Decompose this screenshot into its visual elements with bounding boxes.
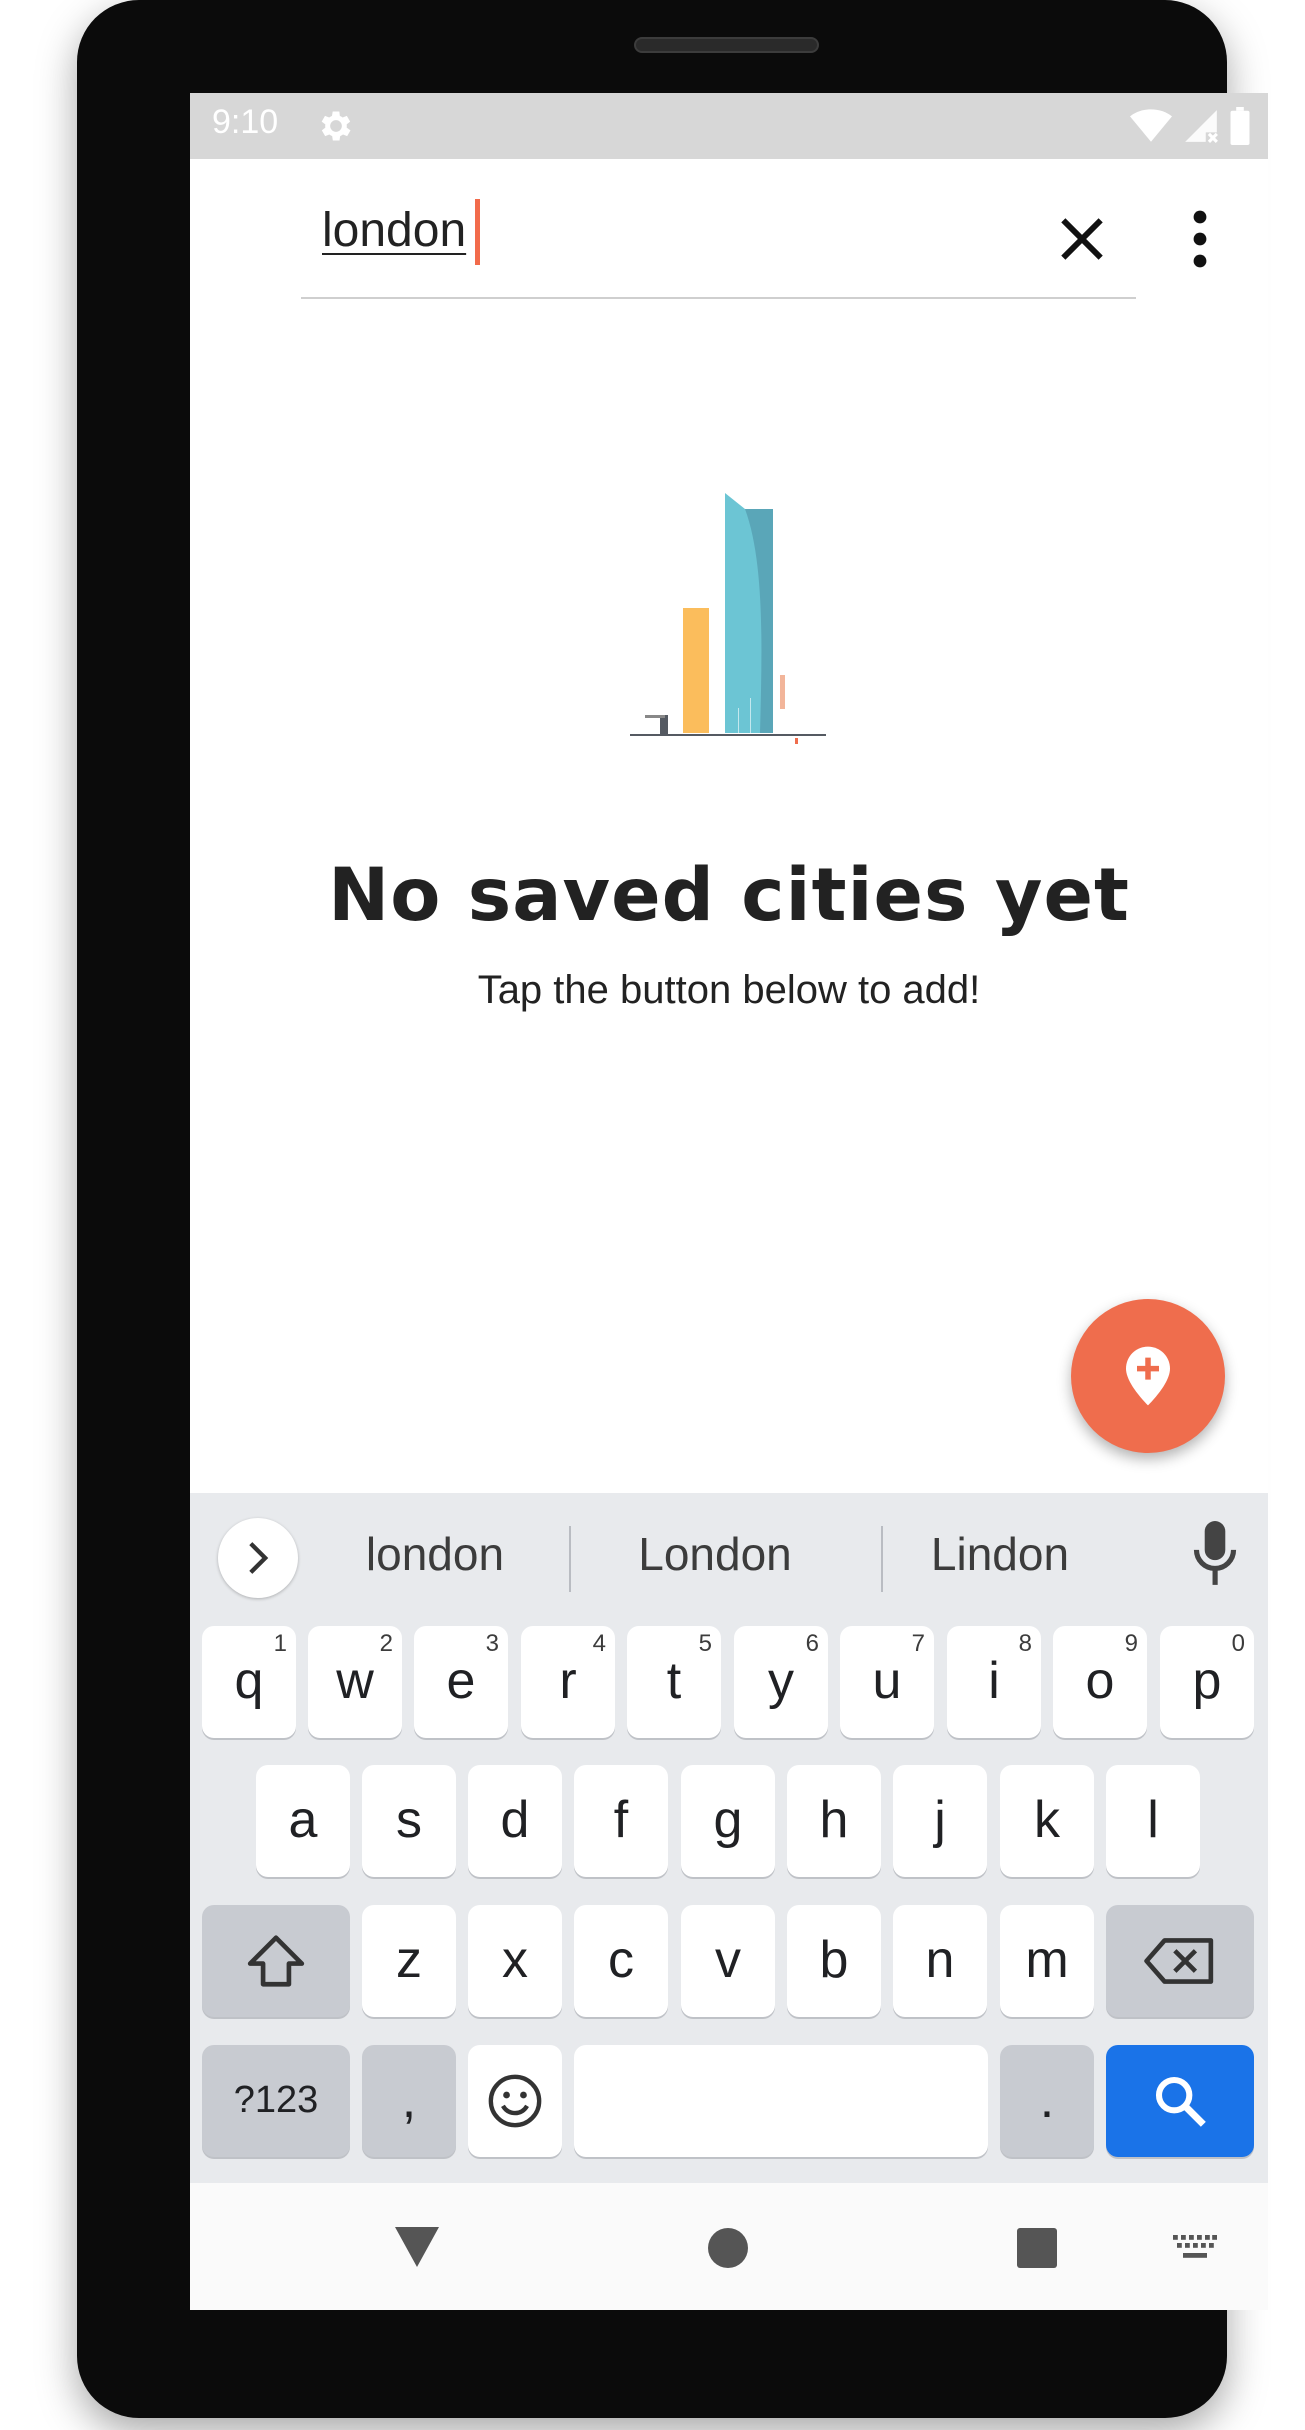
key-j[interactable]: j [893, 1765, 987, 1877]
key-label: e [446, 1652, 476, 1710]
soft-keyboard: london London Lindon q1 w2 e3 r4 t5 y6 u… [190, 1493, 1268, 2183]
signal-off-icon [1185, 110, 1218, 143]
key-label: o [1085, 1652, 1115, 1710]
backspace-key[interactable] [1106, 1905, 1254, 2017]
suggestion-2[interactable]: London [590, 1527, 840, 1581]
key-t[interactable]: t5 [627, 1626, 721, 1738]
emoji-key[interactable] [468, 2045, 562, 2157]
city-buildings-illustration [630, 493, 826, 744]
key-label: w [336, 1652, 374, 1710]
key-label: p [1192, 1652, 1222, 1710]
settings-icon [321, 111, 351, 141]
key-hint: 1 [273, 1630, 287, 1657]
key-z[interactable]: z [362, 1905, 456, 2017]
add-city-fab[interactable] [1071, 1299, 1225, 1453]
empty-state-title: No saved cities yet [328, 853, 1130, 938]
key-label: q [234, 1652, 264, 1710]
key-b[interactable]: b [787, 1905, 881, 2017]
shift-key[interactable] [202, 1905, 350, 2017]
shift-icon [247, 1935, 305, 1987]
key-hint: 3 [485, 1630, 499, 1657]
chevron-right-icon [249, 1542, 269, 1574]
close-icon[interactable] [1050, 207, 1114, 271]
status-time: 9:10 [212, 103, 279, 141]
suggestion-strip: london London Lindon [190, 1493, 1268, 1623]
screen: 9:10 london No saved cities yet Tap the … [190, 93, 1268, 2310]
more-vert-icon[interactable] [1180, 207, 1220, 271]
keyboard-switch-icon[interactable] [1173, 2235, 1217, 2261]
recents-square-icon[interactable] [1017, 2228, 1057, 2268]
status-bar: 9:10 [190, 93, 1268, 159]
expand-suggestions-button[interactable] [218, 1518, 298, 1598]
key-i[interactable]: i8 [947, 1626, 1041, 1738]
search-icon [1155, 2076, 1206, 2127]
space-key[interactable] [574, 2045, 988, 2157]
key-label: t [666, 1652, 682, 1710]
key-v[interactable]: v [681, 1905, 775, 2017]
search-input[interactable]: london [322, 203, 466, 258]
suggestion-divider [569, 1526, 571, 1592]
key-hint: 6 [805, 1630, 819, 1657]
key-hint: 7 [911, 1630, 925, 1657]
key-p[interactable]: p0 [1160, 1626, 1254, 1738]
suggestion-3[interactable]: Lindon [875, 1527, 1125, 1581]
key-hint: 0 [1231, 1630, 1245, 1657]
key-s[interactable]: s [362, 1765, 456, 1877]
key-r[interactable]: r4 [521, 1626, 615, 1738]
search-underline [301, 297, 1136, 299]
key-hint: 5 [698, 1630, 712, 1657]
key-hint: 8 [1018, 1630, 1032, 1657]
key-o[interactable]: o9 [1053, 1626, 1147, 1738]
key-d[interactable]: d [468, 1765, 562, 1877]
key-q[interactable]: q1 [202, 1626, 296, 1738]
add-location-icon [1126, 1346, 1170, 1406]
key-l[interactable]: l [1106, 1765, 1200, 1877]
back-triangle-icon[interactable] [393, 2225, 441, 2269]
key-hint: 9 [1124, 1630, 1138, 1657]
microphone-icon[interactable] [1190, 1519, 1240, 1589]
key-x[interactable]: x [468, 1905, 562, 2017]
period-key[interactable]: . [1000, 2045, 1094, 2157]
suggestion-1[interactable]: london [310, 1527, 560, 1581]
key-c[interactable]: c [574, 1905, 668, 2017]
emoji-icon [488, 2074, 542, 2128]
key-label: i [988, 1652, 1000, 1710]
empty-state-subtitle: Tap the button below to add! [477, 968, 981, 1012]
key-label: u [872, 1652, 902, 1710]
key-e[interactable]: e3 [414, 1626, 508, 1738]
phone-speaker [634, 37, 819, 53]
search-key[interactable] [1106, 2045, 1254, 2157]
key-k[interactable]: k [1000, 1765, 1094, 1877]
key-n[interactable]: n [893, 1905, 987, 2017]
battery-icon [1230, 107, 1250, 145]
wifi-icon [1130, 109, 1172, 142]
key-hint: 4 [592, 1630, 606, 1657]
home-circle-icon[interactable] [708, 2228, 748, 2268]
comma-key[interactable]: , [362, 2045, 456, 2157]
key-w[interactable]: w2 [308, 1626, 402, 1738]
key-y[interactable]: y6 [734, 1626, 828, 1738]
key-label: r [559, 1652, 577, 1710]
status-icons [1130, 106, 1250, 146]
key-u[interactable]: u7 [840, 1626, 934, 1738]
navigation-bar [190, 2183, 1268, 2310]
text-cursor [475, 199, 480, 265]
key-hint: 2 [379, 1630, 393, 1657]
key-label: y [768, 1652, 794, 1710]
backspace-icon [1144, 1938, 1214, 1984]
symbols-key[interactable]: ?123 [202, 2045, 350, 2157]
key-h[interactable]: h [787, 1765, 881, 1877]
key-m[interactable]: m [1000, 1905, 1094, 2017]
key-f[interactable]: f [574, 1765, 668, 1877]
key-g[interactable]: g [681, 1765, 775, 1877]
key-a[interactable]: a [256, 1765, 350, 1877]
phone-frame: 9:10 london No saved cities yet Tap the … [77, 0, 1268, 2418]
